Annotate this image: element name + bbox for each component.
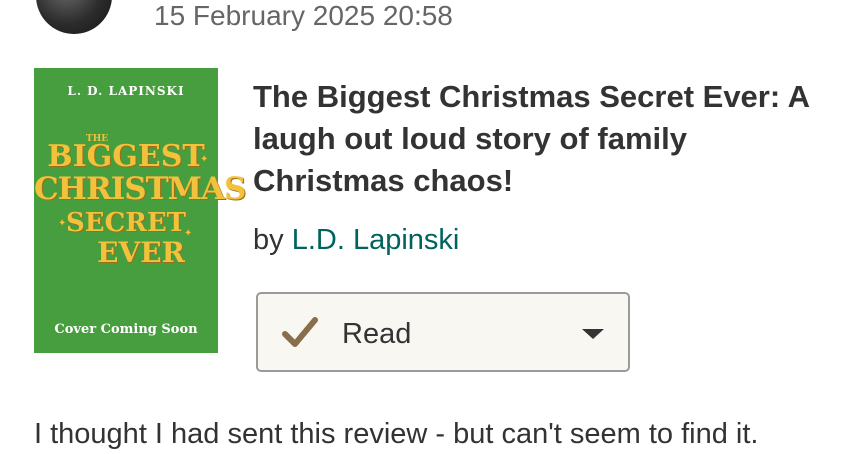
author-link[interactable]: L.D. Lapinski (292, 224, 460, 256)
review-timestamp: 15 February 2025 20:58 (154, 0, 453, 31)
cover-author: L. D. LAPINSKI (67, 84, 185, 98)
cover-title-line: CHRISTMAS (34, 171, 246, 207)
byline-prefix: by (253, 224, 284, 256)
check-icon (282, 317, 318, 347)
book-title[interactable]: The Biggest Christmas Secret Ever: A lau… (253, 76, 843, 202)
review-text: I thought I had sent this review - but c… (34, 418, 759, 450)
caret-down-icon (582, 329, 604, 339)
sparkle-icon: ✦ (200, 154, 209, 165)
avatar[interactable] (36, 0, 112, 34)
cover-title-line: EVER (97, 236, 185, 269)
sparkle-icon: ✦ (58, 218, 67, 229)
shelf-status-label: Read (342, 318, 412, 350)
byline: by L.D. Lapinski (253, 224, 459, 257)
sparkle-icon: ✦ (184, 228, 193, 239)
shelf-status-dropdown[interactable]: Read (256, 292, 630, 372)
sparkle-icon: ✦ (54, 150, 63, 161)
cover-footer: Cover Coming Soon (54, 322, 198, 337)
book-cover[interactable]: L. D. LAPINSKI THE BIGGEST CHRISTMAS SEC… (34, 68, 246, 353)
